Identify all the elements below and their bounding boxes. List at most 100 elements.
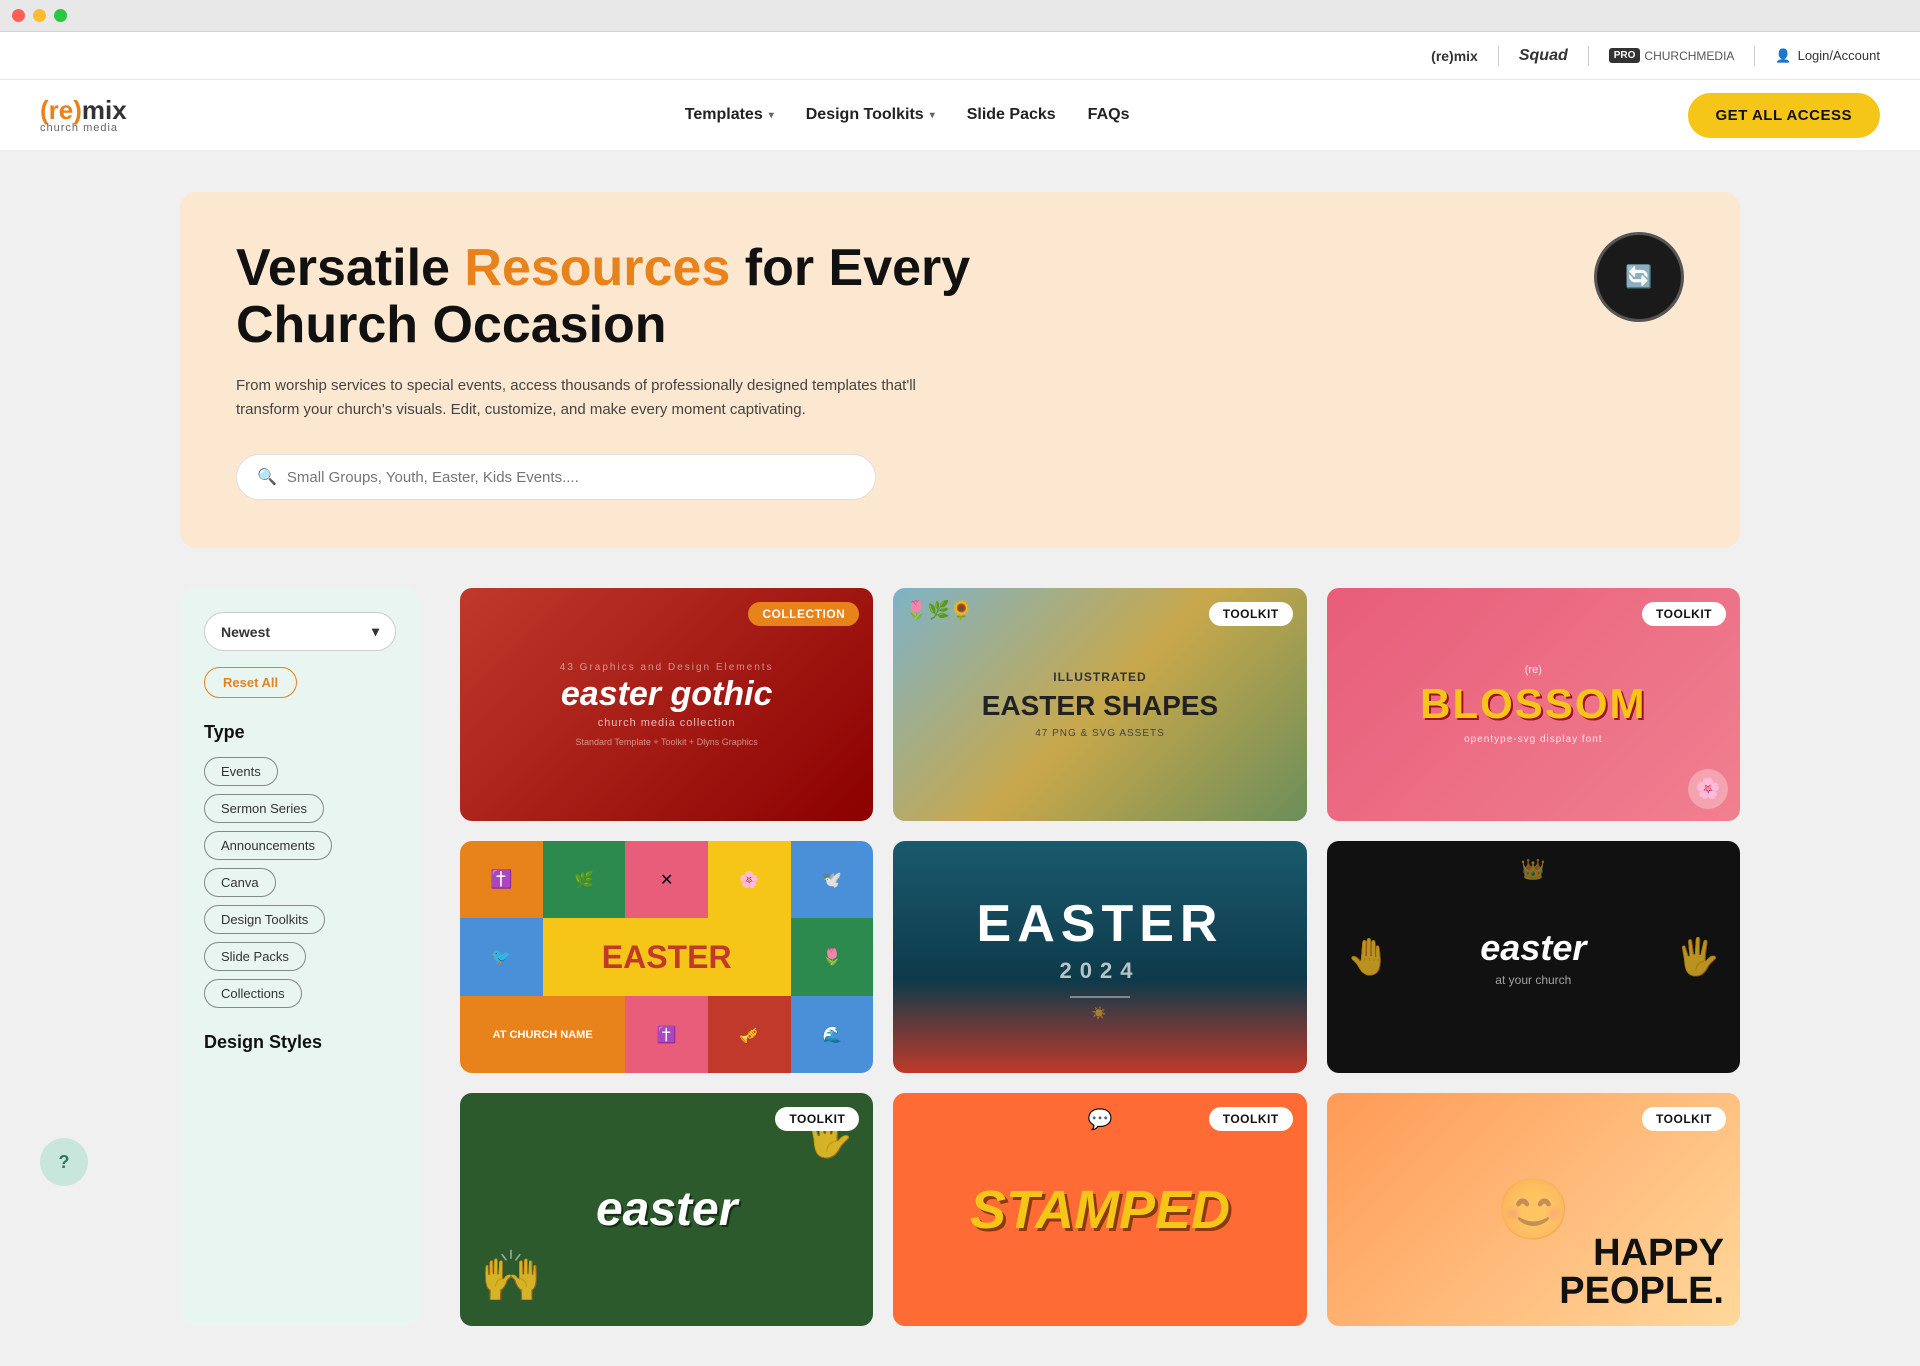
sort-label: Newest (221, 624, 270, 640)
logo-sub: church media (40, 123, 127, 134)
card-stamped[interactable]: 💬 STAMPED TOOLKIT (893, 1093, 1306, 1325)
card-badge: TOOLKIT (1642, 602, 1726, 626)
filter-design-toolkits[interactable]: Design Toolkits (204, 905, 325, 934)
search-input[interactable] (287, 469, 855, 486)
nav-links: Templates ▾ Design Toolkits ▾ Slide Pack… (685, 106, 1130, 124)
hero-title: Versatile Resources for Every Church Occ… (236, 240, 1036, 354)
filter-events[interactable]: Events (204, 757, 278, 786)
content-area: Newest ▾ Reset All Type Events Sermon Se… (0, 548, 1920, 1366)
card-at-church: at your church (1495, 973, 1571, 987)
logo-text: (re)mix (40, 97, 127, 123)
mosaic-easter-text: EASTER (543, 918, 791, 996)
card-easter-gothic[interactable]: 43 Graphics and Design Elements easter g… (460, 588, 873, 820)
card-note: Standard Template + Toolkit + Dlyns Grap… (576, 737, 758, 747)
squad-logo[interactable]: Squad (1519, 47, 1568, 65)
nav-templates[interactable]: Templates ▾ (685, 106, 774, 124)
card-divider (1070, 996, 1130, 998)
help-button[interactable]: ? (40, 1138, 88, 1186)
card-remix-label: (re) (1525, 664, 1542, 676)
sort-dropdown[interactable]: Newest ▾ (204, 612, 396, 651)
card-stamped-title: STAMPED (970, 1179, 1230, 1241)
card-badge: TOOLKIT (1209, 602, 1293, 626)
mosaic-cell-10: ✝️ (625, 996, 708, 1073)
mosaic-cell-8: 🌷 (791, 918, 874, 996)
mosaic-cell-6: 🐦 (460, 918, 543, 996)
nav-faqs[interactable]: FAQs (1088, 106, 1130, 124)
card-year: 2024 (1060, 958, 1141, 984)
filter-tags: Events Sermon Series Announcements Canva… (204, 757, 396, 1008)
card-blossom-sub: opentype-svg display font (1464, 734, 1602, 745)
card-easter-hands-title: easter (596, 1182, 737, 1237)
hero-description: From worship services to special events,… (236, 374, 936, 422)
nav-slide-packs[interactable]: Slide Packs (967, 106, 1056, 124)
card-title: EASTER SHAPES (982, 692, 1219, 720)
logo-paren-open: (re) (40, 95, 82, 125)
chevron-down-icon: ▾ (930, 110, 935, 121)
user-icon: 👤 (1775, 48, 1791, 64)
card-title: easter gothic (561, 677, 773, 711)
card-easter-mosaic[interactable]: ✝️ 🌿 ✕ 🌸 🕊️ 🐦 EASTER 🌷 AT CHURCH NAME ✝️… (460, 841, 873, 1073)
login-label: Login/Account (1798, 48, 1880, 63)
sidebar: Newest ▾ Reset All Type Events Sermon Se… (180, 588, 420, 1326)
pro-churchmedia[interactable]: PRO CHURCHMEDIA (1609, 48, 1735, 63)
card-happy-people[interactable]: 😊 HappyPeople. TOOLKIT (1327, 1093, 1740, 1326)
card-easter-2024-title: EASTER (977, 894, 1224, 954)
card-easter-hands[interactable]: 🙌 easter 🖐️ TOOLKIT (460, 1093, 873, 1325)
search-icon: 🔍 (257, 467, 277, 487)
card-easter-text: easter (1480, 927, 1586, 969)
close-button[interactable] (12, 9, 25, 22)
mosaic-subtitle: AT CHURCH NAME (460, 996, 625, 1073)
card-badge: TOOLKIT (1209, 1107, 1293, 1131)
divider-2 (1588, 46, 1589, 66)
card-flower-icon: 🌸 (1688, 769, 1728, 809)
card-easter-2024[interactable]: EASTER 2024 ☀️ (893, 841, 1306, 1073)
mosaic-cell-11: 🎺 (708, 996, 791, 1073)
brand-logos: (re)mix Squad PRO CHURCHMEDIA 👤 Login/Ac… (1431, 46, 1880, 66)
get-all-access-button[interactable]: GET ALL ACCESS (1688, 93, 1880, 138)
remix-topbar-logo[interactable]: (re)mix (1431, 48, 1478, 64)
card-easter-dark[interactable]: 🤚 easter at your church 🖐️ 👑 (1327, 841, 1740, 1074)
reset-all-button[interactable]: Reset All (204, 667, 297, 698)
login-button[interactable]: 👤 Login/Account (1775, 48, 1880, 64)
question-mark-icon: ? (59, 1152, 70, 1173)
chevron-down-icon: ▾ (769, 110, 774, 121)
card-blossom-title: BLOSSOM (1420, 680, 1646, 728)
pro-badge: PRO (1609, 48, 1641, 63)
hero-badge: 🔄 (1594, 232, 1684, 322)
card-collection-text: 43 Graphics and Design Elements (560, 662, 774, 673)
filter-slide-packs[interactable]: Slide Packs (204, 942, 306, 971)
card-badge: TOOLKIT (1642, 1107, 1726, 1131)
nav-logo[interactable]: (re)mix church media (40, 97, 127, 134)
card-crown-icon: 👑 (1521, 857, 1546, 882)
hero-title-plain: Versatile (236, 239, 464, 297)
card-sun-icon: ☀️ (1092, 1006, 1109, 1020)
minimize-button[interactable] (33, 9, 46, 22)
card-easter-shapes[interactable]: ILLUSTRATED EASTER SHAPES 47 PNG & SVG A… (893, 588, 1306, 820)
card-happy-title: HappyPeople. (1559, 1234, 1724, 1310)
churchmedia-label: CHURCHMEDIA (1644, 49, 1734, 63)
filter-collections[interactable]: Collections (204, 979, 302, 1008)
card-blossom[interactable]: (re) BLOSSOM opentype-svg display font 🌸… (1327, 588, 1740, 821)
card-illustrated-label: ILLUSTRATED (1053, 670, 1146, 684)
nav-design-toolkits[interactable]: Design Toolkits ▾ (806, 106, 935, 124)
cards-grid: 43 Graphics and Design Elements easter g… (460, 588, 1740, 1326)
mosaic-cell-2: 🌿 (543, 841, 626, 918)
filter-announcements[interactable]: Announcements (204, 831, 332, 860)
filter-sermon-series[interactable]: Sermon Series (204, 794, 324, 823)
mosaic-cell-1: ✝️ (460, 841, 543, 918)
type-heading: Type (204, 722, 396, 743)
hero-title-highlight: Resources (464, 239, 730, 297)
card-subtitle: 47 PNG & SVG ASSETS (1035, 728, 1165, 739)
divider-1 (1498, 46, 1499, 66)
design-styles-heading: Design Styles (204, 1032, 396, 1053)
filter-canva[interactable]: Canva (204, 868, 276, 897)
mosaic-cell-5: 🕊️ (791, 841, 874, 918)
fullscreen-button[interactable] (54, 9, 67, 22)
hero-search-bar[interactable]: 🔍 (236, 454, 876, 500)
top-bar: (re)mix Squad PRO CHURCHMEDIA 👤 Login/Ac… (0, 32, 1920, 80)
divider-3 (1754, 46, 1755, 66)
main-grid-area: 43 Graphics and Design Elements easter g… (460, 588, 1740, 1326)
card-badge: COLLECTION (748, 602, 859, 626)
hero-badge-icon: 🔄 (1625, 264, 1652, 290)
card-hands-left: 🙌 (480, 1247, 542, 1306)
